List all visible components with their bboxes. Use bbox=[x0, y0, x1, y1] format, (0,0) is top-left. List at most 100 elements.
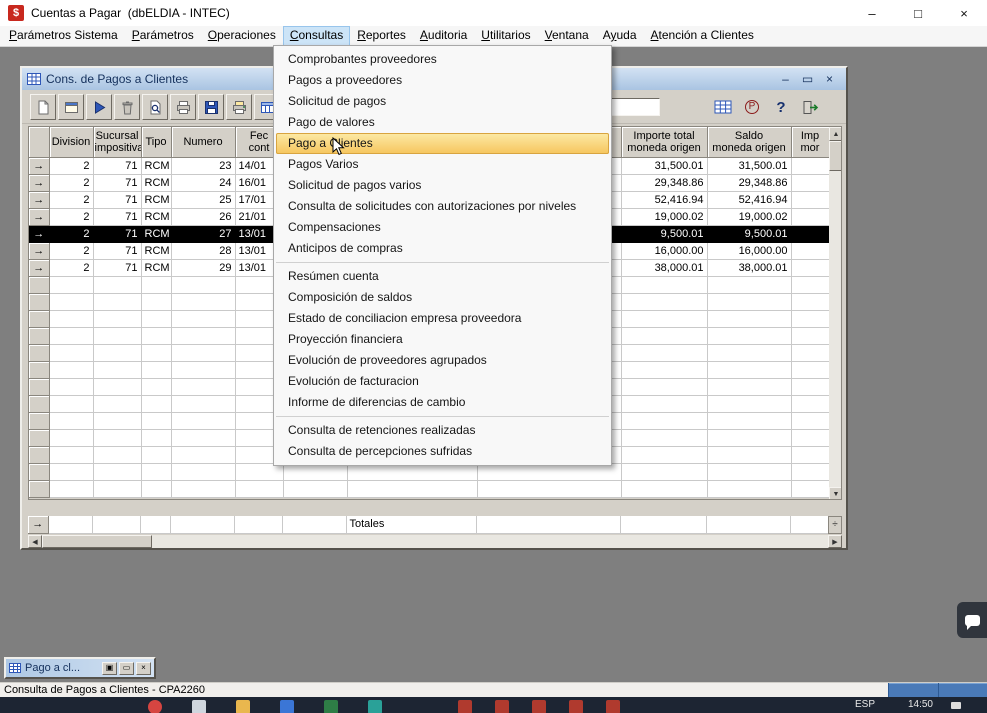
app-window-icon[interactable] bbox=[458, 700, 472, 713]
menu-item[interactable]: Estado de conciliacion empresa proveedor… bbox=[274, 308, 611, 329]
run-query-button[interactable] bbox=[86, 94, 112, 120]
menu-item[interactable]: Solicitud de pagos varios bbox=[274, 175, 611, 196]
menubar-item-parametros[interactable]: Parámetros bbox=[125, 26, 201, 46]
grid-cell[interactable]: 38,000.01 bbox=[707, 259, 791, 276]
grid-cell[interactable]: 2 bbox=[49, 157, 93, 174]
grid-cell[interactable]: 2 bbox=[49, 225, 93, 242]
spreadsheet-icon[interactable] bbox=[324, 700, 338, 713]
menu-item[interactable]: Pagos a proveedores bbox=[274, 70, 611, 91]
menu-item[interactable]: Anticipos de compras bbox=[274, 238, 611, 259]
app-window-icon[interactable] bbox=[606, 700, 620, 713]
grid-cell[interactable] bbox=[791, 259, 829, 276]
grid-cell[interactable]: 31,500.01 bbox=[707, 157, 791, 174]
grid-cell[interactable]: 25 bbox=[171, 191, 235, 208]
grid-cell[interactable]: 2 bbox=[49, 191, 93, 208]
mini-maximize-button[interactable]: ▭ bbox=[119, 662, 134, 675]
grid-cell[interactable]: RCM bbox=[141, 259, 171, 276]
print-button[interactable] bbox=[170, 94, 196, 120]
menubar-item-consultas[interactable]: Consultas bbox=[283, 26, 350, 46]
currency-button[interactable]: P bbox=[740, 95, 764, 119]
menu-item[interactable]: Compensaciones bbox=[274, 217, 611, 238]
menubar-item-utilitarios[interactable]: Utilitarios bbox=[474, 26, 537, 46]
menu-item[interactable]: Evolución de facturacion bbox=[274, 371, 611, 392]
menu-item[interactable]: Pago de valores bbox=[274, 112, 611, 133]
grid-cell[interactable]: 2 bbox=[49, 208, 93, 225]
grid-cell[interactable]: 23 bbox=[171, 157, 235, 174]
menu-item[interactable]: Informe de diferencias de cambio bbox=[274, 392, 611, 413]
grid-cell[interactable]: 26 bbox=[171, 208, 235, 225]
menu-item[interactable]: Resúmen cuenta bbox=[274, 266, 611, 287]
column-header-division[interactable]: Division bbox=[49, 127, 93, 157]
menubar-item-auditoria[interactable]: Auditoria bbox=[413, 26, 474, 46]
child-restore-button[interactable]: ▭ bbox=[800, 72, 815, 86]
app-window-icon[interactable] bbox=[495, 700, 509, 713]
clock[interactable]: 14:50 bbox=[908, 699, 933, 710]
menu-item[interactable]: Consulta de percepciones sufridas bbox=[274, 441, 611, 462]
print-setup-button[interactable] bbox=[226, 94, 252, 120]
menubar-item-operaciones[interactable]: Operaciones bbox=[201, 26, 283, 46]
app-window-icon[interactable] bbox=[569, 700, 583, 713]
open-record-button[interactable] bbox=[58, 94, 84, 120]
vertical-scroll-thumb[interactable] bbox=[829, 141, 842, 171]
menubar-item-ayuda[interactable]: Ayuda bbox=[596, 26, 644, 46]
grid-cell[interactable]: 19,000.02 bbox=[707, 208, 791, 225]
grid-cell[interactable]: 27 bbox=[171, 225, 235, 242]
explorer-icon[interactable] bbox=[192, 700, 206, 713]
grid-cell[interactable]: 2 bbox=[49, 174, 93, 191]
menu-item[interactable]: Solicitud de pagos bbox=[274, 91, 611, 112]
folder-icon[interactable] bbox=[236, 700, 250, 713]
app-blue-icon[interactable] bbox=[280, 700, 294, 713]
horizontal-scrollbar[interactable]: ◀ ▶ bbox=[28, 535, 842, 548]
menu-item[interactable]: Proyección financiera bbox=[274, 329, 611, 350]
grid-cell[interactable]: 29,348.86 bbox=[621, 174, 707, 191]
grid-cell[interactable]: 52,416.94 bbox=[621, 191, 707, 208]
menu-item[interactable]: Pagos Varios bbox=[274, 154, 611, 175]
grid-cell[interactable]: 2 bbox=[49, 242, 93, 259]
scroll-right-icon[interactable]: ▶ bbox=[828, 535, 842, 548]
app-teal-icon[interactable] bbox=[368, 700, 382, 713]
grid-cell[interactable]: 71 bbox=[93, 174, 141, 191]
grid-cell[interactable] bbox=[791, 191, 829, 208]
close-button[interactable]: × bbox=[941, 0, 987, 26]
horizontal-scroll-thumb[interactable] bbox=[42, 535, 152, 548]
child-close-button[interactable]: × bbox=[822, 72, 837, 86]
grid-cell[interactable]: 19,000.02 bbox=[621, 208, 707, 225]
grid-cell[interactable]: 71 bbox=[93, 191, 141, 208]
grid-cell[interactable]: 24 bbox=[171, 174, 235, 191]
column-header-importe_total[interactable]: Importe totalmoneda origen bbox=[621, 127, 707, 157]
grid-cell[interactable]: 71 bbox=[93, 225, 141, 242]
grid-cell[interactable]: 9,500.01 bbox=[621, 225, 707, 242]
menu-item[interactable]: Pago a Clientes bbox=[276, 133, 609, 154]
column-header-marker[interactable] bbox=[29, 127, 49, 157]
menubar-item-parametros-sistema[interactable]: Parámetros Sistema bbox=[2, 26, 125, 46]
grid-cell[interactable]: RCM bbox=[141, 191, 171, 208]
grid-cell[interactable]: RCM bbox=[141, 157, 171, 174]
menubar-item-atencion-a-clientes[interactable]: Atención a Clientes bbox=[644, 26, 761, 46]
app-window-icon[interactable] bbox=[532, 700, 546, 713]
grid-cell[interactable]: 16,000.00 bbox=[621, 242, 707, 259]
grid-cell[interactable] bbox=[791, 208, 829, 225]
menu-item[interactable]: Composición de saldos bbox=[274, 287, 611, 308]
scroll-left-icon[interactable]: ◀ bbox=[28, 535, 42, 548]
browser-icon[interactable] bbox=[148, 700, 162, 713]
maximize-button[interactable]: □ bbox=[895, 0, 941, 26]
grid-cell[interactable]: RCM bbox=[141, 225, 171, 242]
grid-cell[interactable]: RCM bbox=[141, 242, 171, 259]
grid-cell[interactable]: 52,416.94 bbox=[707, 191, 791, 208]
vertical-scrollbar[interactable]: ▲ ▼ bbox=[829, 127, 842, 500]
grid-cell[interactable]: RCM bbox=[141, 174, 171, 191]
menu-item[interactable]: Evolución de proveedores agrupados bbox=[274, 350, 611, 371]
grid-cell[interactable] bbox=[791, 174, 829, 191]
menu-item[interactable]: Comprobantes proveedores bbox=[274, 49, 611, 70]
grid-cell[interactable]: 71 bbox=[93, 208, 141, 225]
grid-cell[interactable] bbox=[791, 225, 829, 242]
mini-restore-button[interactable]: ▣ bbox=[102, 662, 117, 675]
child-minimize-button[interactable]: – bbox=[778, 72, 793, 86]
column-header-saldo[interactable]: Saldomoneda origen bbox=[707, 127, 791, 157]
new-record-button[interactable] bbox=[30, 94, 56, 120]
menu-item[interactable]: Consulta de retenciones realizadas bbox=[274, 420, 611, 441]
chat-bubble-icon[interactable] bbox=[957, 602, 987, 638]
grid-cell[interactable] bbox=[791, 242, 829, 259]
column-header-numero[interactable]: Numero bbox=[171, 127, 235, 157]
grid-cell[interactable]: 71 bbox=[93, 259, 141, 276]
